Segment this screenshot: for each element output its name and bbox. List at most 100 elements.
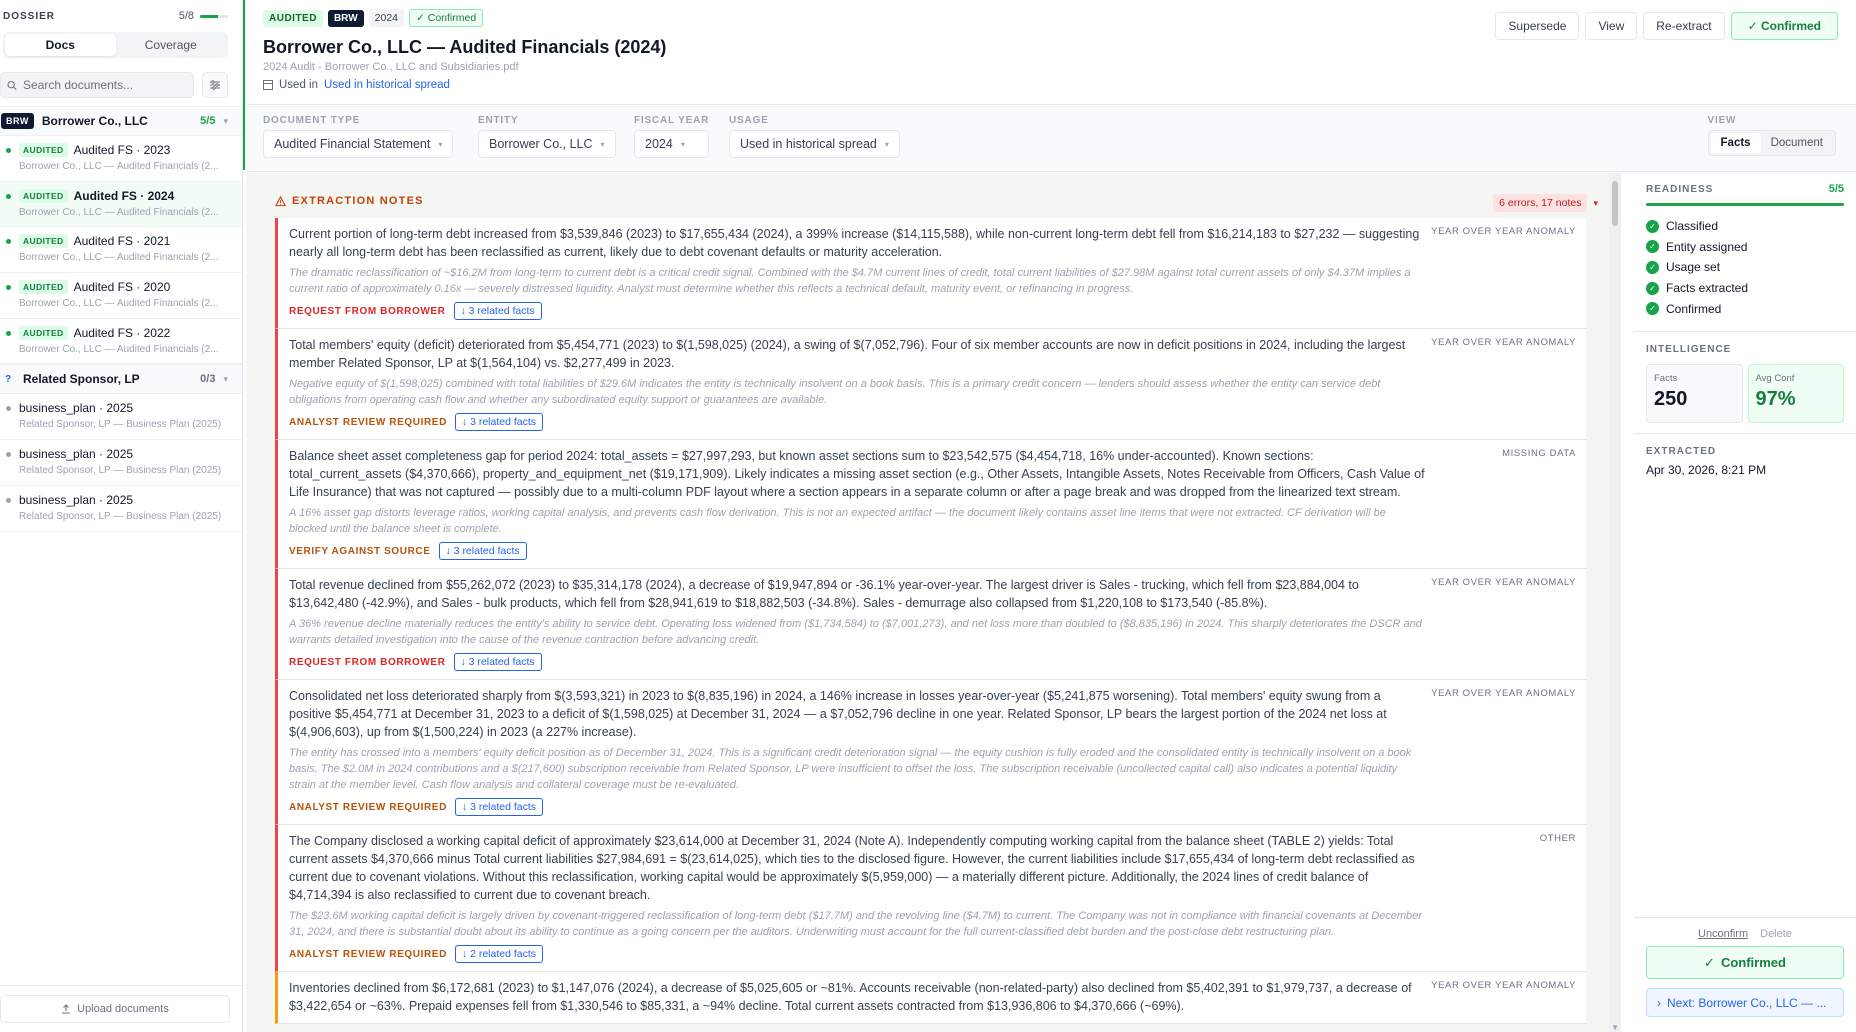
- unknown-tag-icon: ?: [4, 373, 12, 385]
- doc-item-selected[interactable]: AUDITED Audited FS · 2024 Borrower Co., L…: [0, 181, 242, 228]
- check-item: ✓ Entity assigned: [1646, 237, 1844, 258]
- search-box[interactable]: [0, 72, 194, 98]
- scrollbar-thumb[interactable]: [1612, 181, 1618, 226]
- dossier-progress: 5/8: [179, 10, 228, 22]
- confirmed-status-button[interactable]: ✓ Confirmed: [1646, 946, 1844, 979]
- related-facts-button[interactable]: ↓ 3 related facts: [438, 542, 527, 560]
- extraction-note: YEAR OVER YEAR ANOMALY Total members' equ…: [275, 329, 1586, 440]
- dossier-progress-bar: [200, 14, 228, 18]
- avg-conf-stat: Avg Conf 97%: [1747, 364, 1844, 423]
- note-type: MISSING DATA: [1502, 448, 1576, 459]
- search-icon: [7, 80, 17, 90]
- document-type-select[interactable]: Audited Financial Statement ▾: [263, 130, 454, 158]
- next-document-label: Next: Borrower Co., LLC — ...: [1667, 995, 1827, 1010]
- supersede-button[interactable]: Supersede: [1495, 12, 1580, 40]
- extraction-notes-panel: EXTRACTION NOTES 6 errors, 17 notes ▾ YE…: [246, 173, 1621, 1032]
- doc-item[interactable]: business_plan · 2025 Related Sponsor, LP…: [0, 486, 242, 532]
- note-text: Current portion of long-term debt increa…: [289, 227, 1420, 259]
- doc-subtitle: Borrower Co., LLC — Audited Financials (…: [19, 343, 219, 355]
- related-facts-button[interactable]: ↓ 3 related facts: [453, 653, 542, 671]
- view-button[interactable]: View: [1585, 12, 1638, 40]
- readiness-count: 5/5: [1828, 183, 1844, 195]
- extraction-note: YEAR OVER YEAR ANOMALY Inventories declin…: [275, 972, 1586, 1024]
- check-item: ✓ Usage set: [1646, 257, 1844, 278]
- doc-title: Audited FS · 2024: [73, 188, 175, 203]
- avg-conf-value: 97%: [1755, 388, 1796, 410]
- notes-title: EXTRACTION NOTES: [292, 195, 424, 207]
- note-rationale: Negative equity of $(1,598,025) combined…: [289, 378, 1381, 406]
- doc-item[interactable]: AUDITED Audited FS · 2022 Borrower Co., L…: [0, 319, 242, 365]
- sidebar-tabs: Docs Coverage: [3, 32, 228, 58]
- note-type: YEAR OVER YEAR ANOMALY: [1431, 226, 1576, 237]
- note-rationale: A 36% revenue decline materially reduces…: [289, 618, 1422, 646]
- doc-tag: AUDITED: [19, 188, 68, 203]
- doc-item[interactable]: AUDITED Audited FS · 2021 Borrower Co., L…: [0, 227, 242, 274]
- upload-documents-button[interactable]: Upload documents: [0, 995, 230, 1023]
- notes-header: EXTRACTION NOTES: [275, 195, 424, 207]
- note-type: YEAR OVER YEAR ANOMALY: [1431, 980, 1576, 991]
- status-dot-icon: [6, 497, 11, 503]
- doc-item[interactable]: AUDITED Audited FS · 2023 Borrower Co., L…: [0, 136, 242, 182]
- scroll-down-icon[interactable]: ▼: [1611, 1023, 1619, 1032]
- check-item: ✓ Confirmed: [1646, 298, 1844, 319]
- confirmed-button[interactable]: ✓ Confirmed: [1730, 12, 1838, 40]
- chevron-down-icon: ▾: [680, 139, 685, 149]
- related-facts-button[interactable]: ↓ 3 related facts: [453, 302, 542, 320]
- entity-value: Borrower Co., LLC: [489, 137, 593, 151]
- used-in-link[interactable]: Used in historical spread: [324, 79, 450, 91]
- divider: [1634, 917, 1856, 918]
- confirmed-badge: ✓ Confirmed: [409, 9, 484, 27]
- group-header-sponsor[interactable]: ? Related Sponsor, LP 0/3 ▾: [0, 364, 242, 395]
- dossier-title: DOSSIER: [3, 10, 56, 22]
- chevron-down-icon: ▾: [223, 115, 228, 126]
- intelligence-section: INTELLIGENCE Facts 250 Avg Conf 97%: [1646, 344, 1844, 423]
- status-dot-icon: [6, 406, 11, 412]
- check-icon: ✓: [1704, 954, 1715, 970]
- view-facts-button[interactable]: Facts: [1710, 133, 1761, 153]
- extraction-note: YEAR OVER YEAR ANOMALY Total revenue decl…: [275, 569, 1586, 680]
- view-document-button[interactable]: Document: [1761, 133, 1833, 153]
- doc-tag: AUDITED: [19, 143, 68, 157]
- tab-coverage[interactable]: Coverage: [116, 34, 227, 56]
- document-header: AUDITED BRW 2024 ✓ Confirmed Borrower Co…: [246, 0, 1856, 105]
- group-count-text: 5/5: [200, 115, 216, 127]
- related-facts-button[interactable]: ↓ 3 related facts: [454, 413, 544, 431]
- chevron-right-icon: ›: [1657, 995, 1661, 1010]
- note-action-label: VERIFY AGAINST SOURCE: [289, 545, 431, 557]
- doc-title: Audited FS · 2023: [73, 143, 171, 157]
- scrollbar[interactable]: ▼: [1609, 173, 1621, 1032]
- filter-button[interactable]: [202, 72, 228, 98]
- chevron-down-icon: ▾: [600, 139, 605, 149]
- doc-item[interactable]: AUDITED Audited FS · 2020 Borrower Co., L…: [0, 273, 242, 319]
- delete-link[interactable]: Delete: [1760, 928, 1792, 940]
- note-action-label: ANALYST REVIEW REQUIRED: [289, 801, 447, 813]
- note-actions: VERIFY AGAINST SOURCE ↓ 3 related facts: [289, 542, 1426, 568]
- usage-select[interactable]: Used in historical spread ▾: [729, 130, 900, 158]
- group-header-borrower[interactable]: BRW Borrower Co., LLC 5/5 ▾: [0, 106, 242, 136]
- notes-summary[interactable]: 6 errors, 17 notes ▾: [1493, 194, 1598, 212]
- chevron-down-icon: ▾: [223, 373, 228, 384]
- search-input[interactable]: [23, 78, 187, 92]
- check-circle-icon: ✓: [1646, 260, 1659, 274]
- note-actions: ANALYST REVIEW REQUIRED ↓ 2 related facts: [289, 945, 1426, 971]
- tab-docs[interactable]: Docs: [5, 34, 116, 56]
- doc-tag: AUDITED: [19, 325, 68, 340]
- readiness-bar: [1646, 203, 1844, 206]
- errors-badge: 6 errors, 17 notes: [1493, 194, 1588, 212]
- unconfirm-link[interactable]: Unconfirm: [1698, 928, 1748, 940]
- entity-select[interactable]: Borrower Co., LLC ▾: [478, 130, 616, 158]
- year-badge: 2024: [368, 9, 405, 27]
- doc-item[interactable]: business_plan · 2025 Related Sponsor, LP…: [0, 394, 242, 441]
- group-name: Related Sponsor, LP: [23, 372, 140, 387]
- fiscal-year-select[interactable]: 2024 ▾: [634, 130, 710, 158]
- doc-title: business_plan · 2025: [19, 447, 134, 462]
- note-rationale: A 16% asset gap distorts leverage ratios…: [289, 507, 1386, 535]
- extracted-section: EXTRACTED Apr 30, 2026, 8:21 PM: [1646, 446, 1766, 477]
- used-in-label: Used in: [279, 79, 318, 91]
- reextract-button[interactable]: Re-extract: [1643, 12, 1725, 40]
- related-facts-button[interactable]: ↓ 3 related facts: [454, 798, 544, 816]
- related-facts-button[interactable]: ↓ 2 related facts: [454, 945, 544, 963]
- right-panel: READINESS 5/5 ✓ Classified ✓ Entity assign…: [1634, 173, 1856, 1032]
- doc-item[interactable]: business_plan · 2025 Related Sponsor, LP…: [0, 440, 242, 486]
- next-document-button[interactable]: › Next: Borrower Co., LLC — ...: [1646, 988, 1844, 1017]
